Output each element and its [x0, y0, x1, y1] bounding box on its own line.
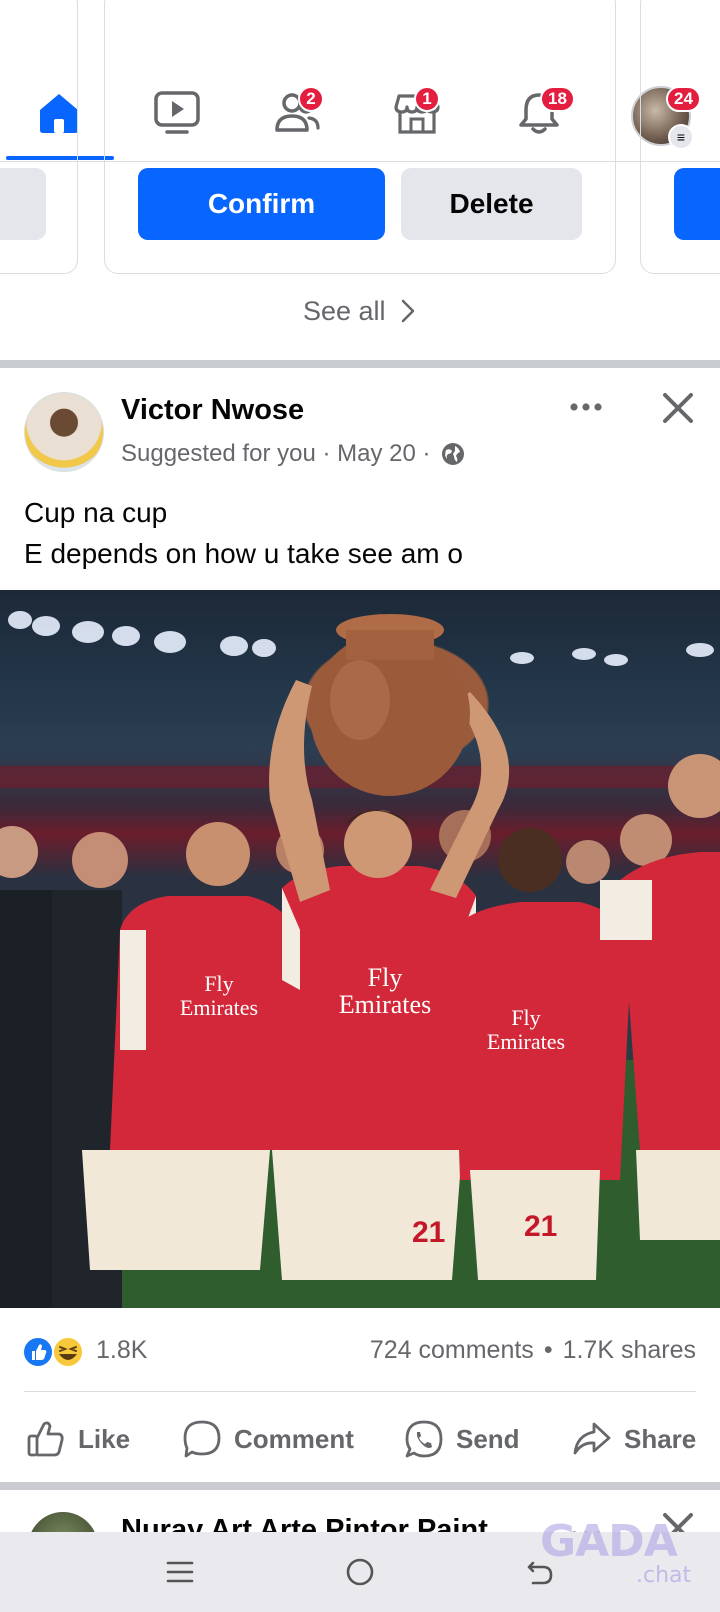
shares-count[interactable]: 1.7K shares	[563, 1336, 696, 1365]
close-icon[interactable]	[660, 390, 696, 426]
more-options-icon[interactable]	[566, 392, 606, 422]
author-avatar[interactable]	[24, 392, 104, 472]
home-circle-icon	[346, 1558, 374, 1586]
post-meta-text: Suggested for you · May 20 ·	[121, 440, 431, 467]
comment-label: Comment	[234, 1423, 354, 1454]
see-all-label: See all	[302, 296, 386, 326]
whatsapp-icon	[405, 1420, 443, 1458]
like-label: Like	[78, 1423, 131, 1454]
thumbs-up-icon	[27, 1421, 64, 1457]
delete-button[interactable]	[0, 168, 46, 240]
delete-button[interactable]: Delete	[401, 168, 582, 240]
shorts-number: 21	[524, 1210, 558, 1243]
confirm-button[interactable]: Confirm	[138, 168, 385, 240]
watermark-sub: .chat	[636, 1563, 692, 1588]
haha-icon	[52, 1336, 84, 1368]
post-text-line: E depends on how u take see am o	[24, 538, 463, 569]
comment-icon	[183, 1420, 221, 1458]
recent-apps-button[interactable]	[160, 1552, 200, 1592]
globe-icon	[441, 443, 464, 465]
like-button[interactable]: Like	[26, 1414, 130, 1464]
confirm-button[interactable]	[674, 168, 720, 240]
shirt-text: Fly Emirates	[486, 1005, 566, 1054]
facebook-feed-screen: 2 1 18 ≡ 24 Confirm Delete See all Victo…	[0, 0, 720, 1612]
comments-count[interactable]: 724 comments	[370, 1336, 534, 1365]
chevron-right-icon	[401, 299, 415, 323]
comment-button[interactable]: Comment	[182, 1414, 354, 1464]
recent-apps-icon	[166, 1561, 194, 1583]
like-icon	[22, 1336, 54, 1368]
see-all-link[interactable]: See all	[0, 296, 720, 327]
shirt-text: Fly Emirates	[179, 971, 259, 1020]
reaction-icons[interactable]	[22, 1334, 92, 1370]
share-button[interactable]: Share	[572, 1414, 696, 1464]
feed-separator	[0, 360, 720, 368]
reaction-count[interactable]: 1.8K	[96, 1336, 147, 1365]
feed-separator	[0, 1482, 720, 1490]
post-meta: Suggested for you · May 20 ·	[121, 440, 465, 468]
watermark-logo: GADA	[540, 1516, 678, 1567]
post-text: Cup na cup E depends on how u take see a…	[24, 492, 463, 574]
engagement-stats: 724 comments • 1.7K shares	[370, 1336, 696, 1365]
stats-separator: •	[543, 1336, 553, 1364]
celebration-scene	[0, 611, 720, 1308]
post-text-line: Cup na cup	[24, 497, 168, 528]
author-name[interactable]: Victor Nwose	[121, 394, 304, 427]
shirt-text: Fly Emirates	[338, 963, 432, 1019]
divider	[24, 1391, 696, 1392]
share-label: Share	[624, 1423, 697, 1454]
send-button[interactable]: Send	[404, 1414, 520, 1464]
share-icon	[573, 1422, 611, 1455]
shorts-number: 21	[412, 1216, 446, 1249]
home-system-button[interactable]	[340, 1552, 380, 1592]
post-photo[interactable]: Fly Emirates Fly Emirates Fly Emirates 2…	[0, 590, 720, 1308]
send-label: Send	[456, 1423, 520, 1454]
